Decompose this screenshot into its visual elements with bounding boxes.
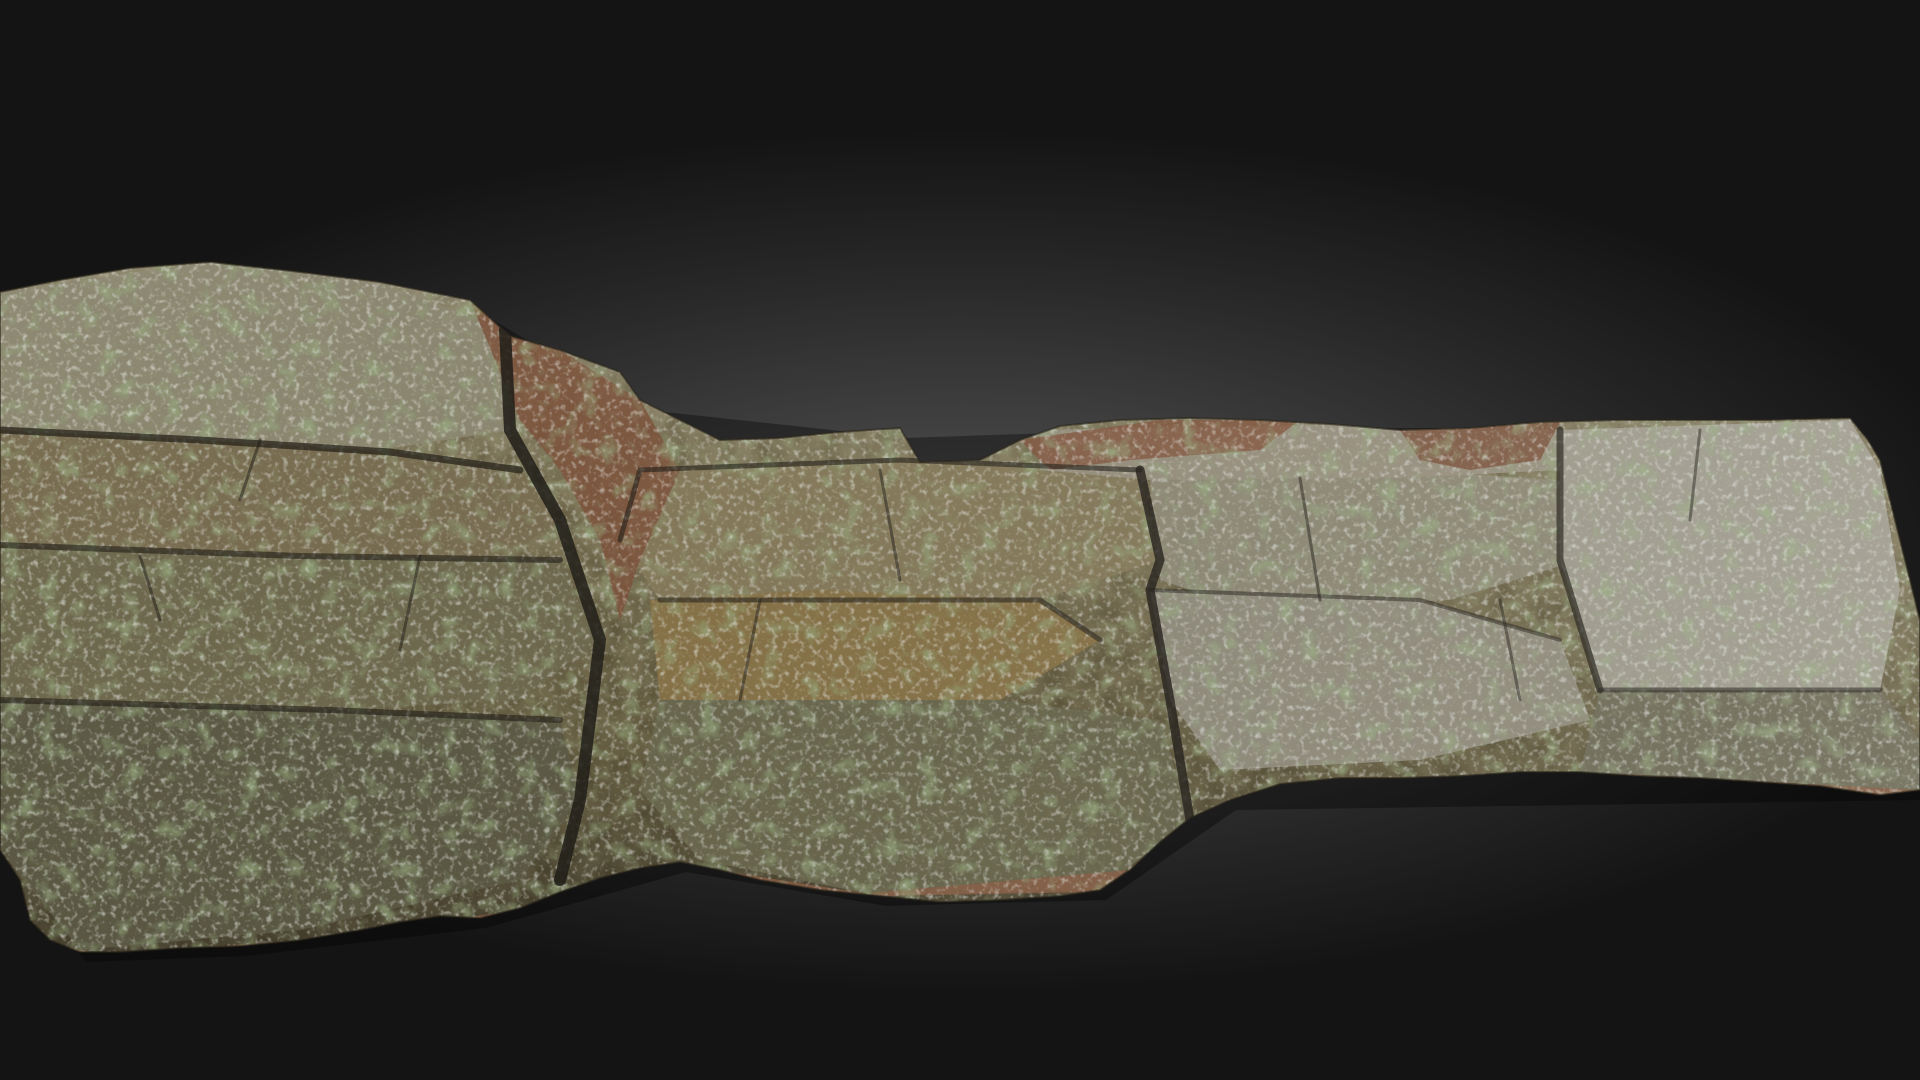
rock-outcrop-model[interactable] — [0, 0, 1920, 1080]
rock-body — [0, 262, 1920, 952]
viewer-canvas[interactable] — [0, 0, 1920, 1080]
